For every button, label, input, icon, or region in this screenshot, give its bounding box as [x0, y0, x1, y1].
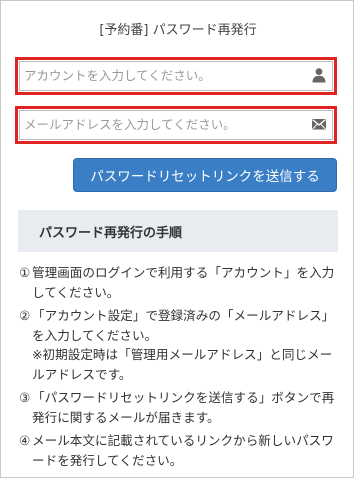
send-reset-link-button[interactable]: パスワードリセットリンクを送信する: [73, 158, 337, 192]
step-number: ③: [19, 390, 31, 405]
step-number: ④: [19, 433, 31, 448]
account-field-wrapper: [15, 57, 337, 95]
step-item: ① 管理画面のログインで利用する「アカウント」を入力してください。: [19, 263, 339, 302]
step-text: 「パスワードリセットリンクを送信する」ボタンで再発行に関するメールが届きます。: [32, 390, 335, 425]
step-number: ②: [19, 308, 31, 323]
person-icon: [312, 68, 326, 83]
step-item: ④ メール本文に記載されているリンクから新しいパスワードを発行してください。: [19, 431, 339, 470]
email-field-wrapper: [15, 106, 337, 144]
step-text: 「アカウント設定」で登録済みの「メールアドレス」を入力してください。: [32, 308, 335, 343]
procedure-heading: パスワード再発行の手順: [18, 210, 338, 252]
step-text: 管理画面のログインで利用する「アカウント」を入力してください。: [32, 265, 335, 300]
envelope-icon: [312, 119, 326, 130]
step-item: ② 「アカウント設定」で登録済みの「メールアドレス」を入力してください。 ※初期…: [19, 306, 339, 384]
step-item: ③ 「パスワードリセットリンクを送信する」ボタンで再発行に関するメールが届きます…: [19, 388, 339, 427]
step-note: ※初期設定時は「管理用メールアドレス」と同じメールアドレスです。: [32, 347, 333, 382]
step-text: メール本文に記載されているリンクから新しいパスワードを発行してください。: [32, 433, 334, 468]
page-frame: [予約番] パスワード再発行 パスワードリセットリンクを送信する パスワード再発…: [0, 0, 354, 478]
page-title: [予約番] パスワード再発行: [99, 23, 257, 38]
email-input[interactable]: [24, 113, 304, 135]
account-input[interactable]: [24, 64, 304, 86]
step-number: ①: [19, 265, 31, 280]
procedure-steps: ① 管理画面のログインで利用する「アカウント」を入力してください。 ② 「アカウ…: [19, 263, 339, 474]
